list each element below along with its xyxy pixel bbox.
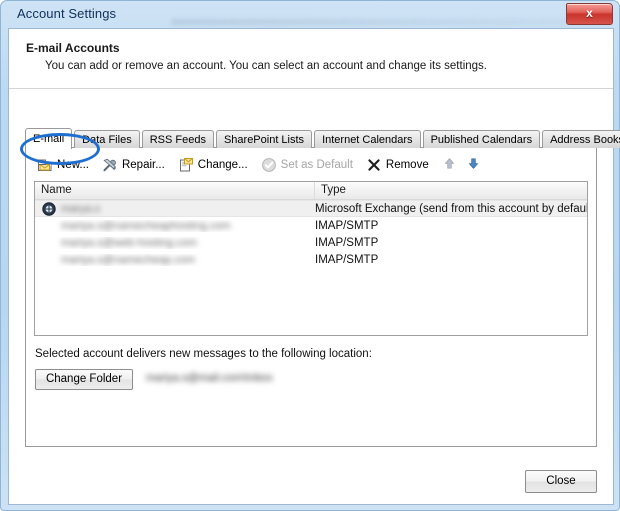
- check-circle-icon: [261, 157, 277, 173]
- remove-button[interactable]: Remove: [363, 154, 435, 176]
- change-account-icon: [178, 157, 194, 173]
- exchange-account-icon: [41, 201, 57, 217]
- delivery-path-redacted: mariya.s@mail.com\Inbox: [146, 372, 273, 384]
- account-toolbar: New... Repair... Change... Set as Defaul…: [26, 148, 596, 181]
- new-button-label: New...: [57, 158, 89, 171]
- column-header-type[interactable]: Type: [315, 182, 587, 199]
- account-name-cell: marya.s: [35, 201, 315, 217]
- new-button[interactable]: New...: [34, 154, 95, 176]
- tab-address-books[interactable]: Address Books: [542, 130, 620, 148]
- dialog-client-area: E-mail Accounts You can add or remove an…: [8, 28, 620, 505]
- page-title: E-mail Accounts: [26, 41, 120, 55]
- delivery-location-label: Selected account delivers new messages t…: [35, 348, 372, 360]
- change-button[interactable]: Change...: [175, 154, 254, 176]
- table-row[interactable]: marya.s Microsoft Exchange (send from th…: [35, 200, 587, 217]
- window-close-button[interactable]: x: [566, 3, 613, 25]
- close-button[interactable]: Close: [525, 470, 597, 493]
- header-band: E-mail Accounts You can add or remove an…: [9, 29, 613, 89]
- account-list[interactable]: Name Type marya.s Microsoft Exchange (se…: [34, 181, 588, 336]
- column-header-name[interactable]: Name: [35, 182, 315, 199]
- tab-rss-feeds[interactable]: RSS Feeds: [141, 130, 214, 148]
- account-name-cell: mariya.s@namecheaphosting.com: [35, 220, 315, 232]
- window-title: Account Settings: [17, 6, 117, 21]
- account-name-redacted: mariya.s@namecheaphosting.com: [61, 219, 231, 232]
- account-type-cell: IMAP/SMTP: [315, 219, 379, 232]
- change-button-label: Change...: [197, 158, 248, 171]
- account-name-redacted: mariya.s@namecheap.com: [61, 253, 196, 266]
- table-row[interactable]: mariya.s@namecheaphosting.com IMAP/SMTP: [35, 217, 587, 234]
- account-name-redacted: mariya.s@web-hosting.com: [61, 236, 197, 249]
- page-subtitle: You can add or remove an account. You ca…: [45, 60, 487, 72]
- move-down-button[interactable]: [463, 154, 485, 176]
- account-type-cell: IMAP/SMTP: [315, 236, 379, 249]
- move-up-button[interactable]: [439, 154, 461, 176]
- account-type-cell: IMAP/SMTP: [315, 253, 379, 266]
- tab-data-files[interactable]: Data Files: [74, 130, 140, 148]
- table-row[interactable]: mariya.s@web-hosting.com IMAP/SMTP: [35, 234, 587, 251]
- account-name-redacted: marya.s: [61, 202, 101, 215]
- arrow-up-icon: [443, 157, 456, 173]
- tab-sharepoint-lists[interactable]: SharePoint Lists: [215, 130, 313, 148]
- tab-internet-calendars[interactable]: Internet Calendars: [314, 130, 421, 148]
- list-header-row: Name Type: [35, 182, 587, 200]
- account-name-cell: mariya.s@namecheap.com: [35, 254, 315, 266]
- account-type-cell: Microsoft Exchange (send from this accou…: [315, 202, 587, 215]
- account-settings-window: Account Settings x E-mail Accounts You c…: [0, 0, 620, 511]
- change-folder-button[interactable]: Change Folder: [35, 369, 133, 390]
- repair-tools-icon: [102, 157, 118, 173]
- remove-button-label: Remove: [385, 158, 429, 171]
- repair-button[interactable]: Repair...: [99, 154, 171, 176]
- set-as-default-label: Set as Default: [280, 158, 353, 171]
- email-tab-panel: New... Repair... Change... Set as Defaul…: [25, 147, 597, 447]
- tab-strip: E-mail Data Files RSS Feeds SharePoint L…: [25, 128, 620, 149]
- table-row[interactable]: mariya.s@namecheap.com IMAP/SMTP: [35, 251, 587, 268]
- tab-published-calendars[interactable]: Published Calendars: [422, 130, 541, 148]
- repair-button-label: Repair...: [121, 158, 165, 171]
- account-name-cell: mariya.s@web-hosting.com: [35, 237, 315, 249]
- set-as-default-button[interactable]: Set as Default: [258, 154, 359, 176]
- remove-x-icon: [366, 157, 382, 173]
- arrow-down-icon: [467, 157, 480, 173]
- title-bar: Account Settings x: [1, 1, 620, 29]
- new-mail-icon: [37, 157, 53, 173]
- tab-email[interactable]: E-mail: [25, 128, 73, 149]
